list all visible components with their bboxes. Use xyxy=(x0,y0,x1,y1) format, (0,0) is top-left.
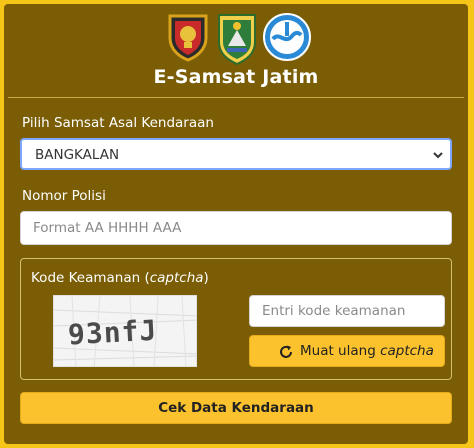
header-logos xyxy=(4,12,468,70)
captcha-input[interactable]: Entri kode keamanan xyxy=(249,295,445,327)
samsat-label: Pilih Samsat Asal Kendaraan xyxy=(22,115,214,131)
east-java-province-logo xyxy=(218,14,256,66)
samsat-selected-value: BANGKALAN xyxy=(35,147,120,163)
chevron-down-icon xyxy=(433,152,443,159)
nopol-label: Nomor Polisi xyxy=(22,188,106,204)
samsat-select[interactable]: BANGKALAN xyxy=(20,138,452,170)
nopol-input[interactable]: Format AA HHHH AAA xyxy=(20,211,452,245)
refresh-icon xyxy=(280,345,292,358)
check-vehicle-label: Cek Data Kendaraan xyxy=(158,400,314,416)
captcha-section: Kode Keamanan (captcha) 93nfJ Entri kode… xyxy=(20,258,452,380)
captcha-label: Kode Keamanan (captcha) xyxy=(31,270,209,286)
app-title: E-Samsat Jatim xyxy=(153,66,319,88)
reload-captcha-label: Muat ulang captcha xyxy=(300,343,434,359)
check-vehicle-button[interactable]: Cek Data Kendaraan xyxy=(20,392,452,424)
police-shield-logo xyxy=(168,14,208,62)
jasa-raharja-logo xyxy=(263,13,311,61)
nopol-placeholder: Format AA HHHH AAA xyxy=(33,220,182,236)
captcha-image: 93nfJ xyxy=(53,295,197,367)
form-card: E-Samsat Jatim Pilih Samsat Asal Kendara… xyxy=(4,4,468,444)
captcha-input-placeholder: Entri kode keamanan xyxy=(262,303,406,319)
reload-captcha-button[interactable]: Muat ulang captcha xyxy=(249,335,445,367)
header-divider xyxy=(8,97,464,98)
captcha-text: 93nfJ xyxy=(67,313,159,352)
